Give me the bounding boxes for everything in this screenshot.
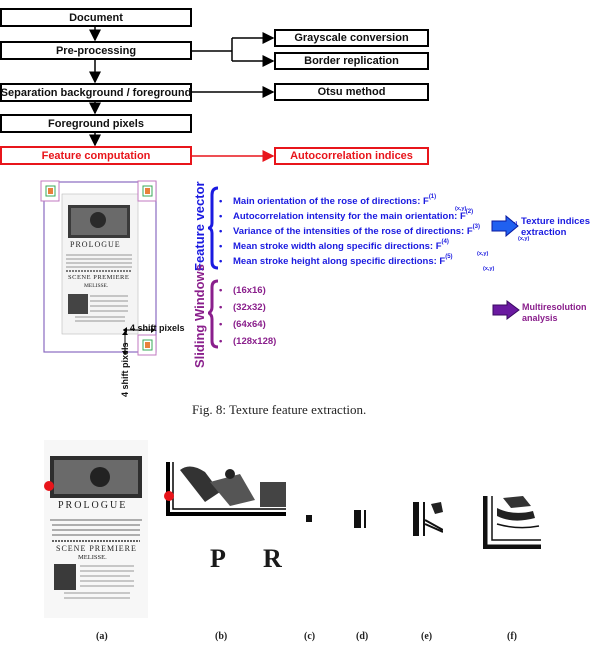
bullet: • [219,241,223,252]
figure-caption: Fig. 8: Texture feature extraction. [192,402,367,417]
feature-subscript: (x,y) [477,251,489,257]
sliding-windows-brace [208,279,219,349]
subfigure-b-letters: P R [210,544,298,573]
window-size-text: (16x16) [233,285,266,296]
subfigure-label-e: (e) [421,631,433,642]
feature-item: • Mean stroke width along specific direct… [219,239,488,257]
step-label: Foreground pixels [48,117,144,130]
window-size-text: (64x64) [233,319,266,330]
bullet: • [219,319,223,330]
bullet: • [219,211,223,222]
step-otsu-method: Otsu method [274,83,429,101]
subfigure-a-character: MELISSE. [78,554,107,561]
window-size-item: • (64x64) [219,319,266,330]
step-label: Document [69,11,123,24]
feature-superscript: (5) [445,254,453,260]
step-label: Autocorrelation indices [290,150,413,162]
multiresolution-arrow-icon [492,300,520,320]
multiresolution-label: Multiresolution analysis [522,302,587,324]
feature-item: • Main orientation of the rose of directi… [219,194,466,212]
feature-text: Autocorrelation intensity for the main o… [233,211,466,222]
multiresolution-label-line2: analysis [522,313,558,323]
bullet: • [219,336,223,347]
step-grayscale-conversion: Grayscale conversion [274,29,429,47]
feature-superscript: (4) [441,239,449,245]
step-autocorrelation-indices: Autocorrelation indices [274,147,429,165]
feature-item: • Mean stroke height along specific direc… [219,254,494,272]
window-size-text: (128x128) [233,336,277,347]
subfigure-e-window-64 [413,502,444,536]
feature-text: Mean stroke width along specific directi… [233,241,442,252]
shift-horizontal-label: 4 shift pixels [130,323,185,333]
subfigure-label-b: (b) [215,631,228,642]
bullet: • [219,285,223,296]
sliding-windows-heading: Sliding Windows [192,264,207,368]
feature-superscript: (1) [428,194,437,200]
step-document: Document [0,8,192,27]
step-preprocessing: Pre-processing [0,41,192,60]
subfigure-a-scene: SCENE PREMIERE [56,544,137,553]
bullet: • [219,226,223,237]
bullet: • [219,256,223,267]
feature-vector-brace [208,186,219,270]
step-label: Otsu method [317,86,386,98]
window-size-item: • (32x32) [219,302,266,313]
feature-text: Mean stroke height along specific direct… [233,256,446,267]
subfigure-label-f: (f) [507,631,517,642]
shift-vertical-label: 4 shift pixels [120,342,130,397]
subfigure-label-c: (c) [304,631,316,642]
step-border-replication: Border replication [274,52,429,70]
feature-text: Main orientation of the rose of directio… [233,196,429,207]
step-label: Feature computation [41,149,151,162]
bullet: • [219,302,223,313]
subfigure-f-window-128 [482,496,541,550]
subfigure-a-title: PROLOGUE [58,500,128,511]
step-label: Grayscale conversion [294,32,409,44]
page-scene-text: SCENE PREMIERE [68,274,130,281]
window-position-marker [44,481,54,491]
step-label: Pre-processing [55,44,137,57]
feature-superscript: (3) [472,224,481,230]
subfigure-label-a: (a) [96,631,108,642]
feature-item: • Autocorrelation intensity for the main … [219,209,517,227]
texture-label-line2: extraction [521,227,567,238]
multiresolution-label-line1: Multiresolution [522,302,587,312]
step-feature-computation: Feature computation [0,146,192,165]
feature-item: • Variance of the intensities of the rose… [219,224,529,242]
feature-subscript: (x,y) [483,266,495,272]
window-size-text: (32x32) [233,302,266,313]
texture-indices-label: Texture indices extraction [521,216,590,238]
step-label: Separation background / foreground [0,86,192,99]
subfigure-c-window-16 [306,515,312,522]
window-position-marker [164,491,174,501]
subfigure-a-page: PROLOGUE SCENE PREMIERE MELISSE. [44,440,148,618]
step-label: Border replication [304,55,399,67]
feature-text: Variance of the intensities of the rose … [233,226,473,237]
window-size-item: • (128x128) [219,336,277,347]
step-separation: Separation background / foreground [0,83,192,102]
subfigure-d-window-32 [354,510,370,528]
subfigure-b-zoom: P R [160,462,286,602]
texture-arrow-icon [491,215,519,237]
feature-superscript: (2) [465,209,474,215]
subfigure-label-d: (d) [356,631,369,642]
step-foreground-pixels: Foreground pixels [0,114,192,133]
window-size-item: • (16x16) [219,285,266,296]
texture-label-line1: Texture indices [521,216,590,227]
feature-vector-heading: Feature vector [192,181,207,271]
page-character-text: MELISSE. [84,283,109,289]
bullet: • [219,196,223,207]
page-title-text: PROLOGUE [70,240,121,249]
